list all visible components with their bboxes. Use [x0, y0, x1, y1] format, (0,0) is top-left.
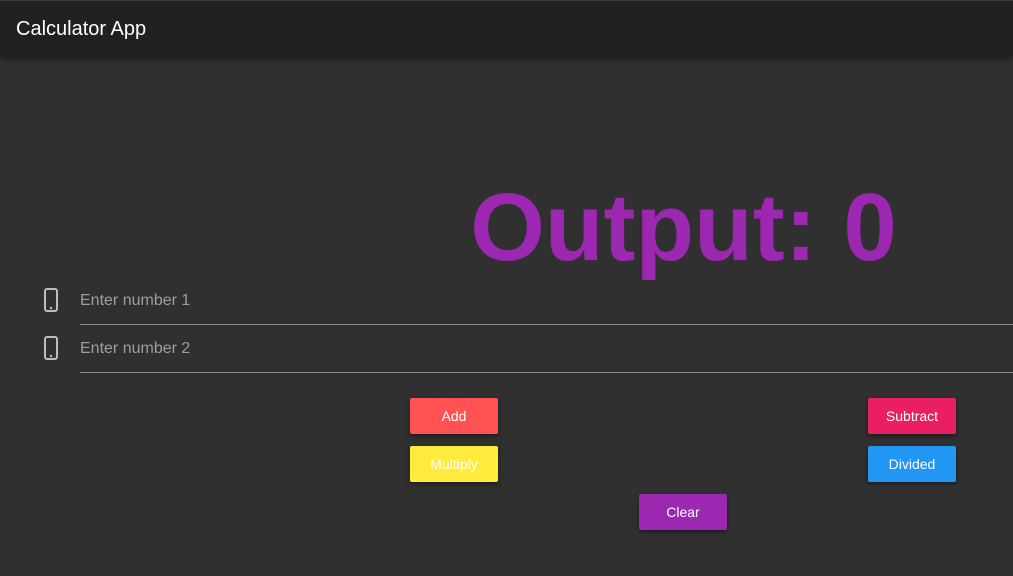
output-display: Output: 0	[470, 174, 897, 281]
number-1-input[interactable]	[80, 278, 1013, 325]
add-button[interactable]: Add	[410, 398, 498, 434]
divide-button[interactable]: Divided	[868, 446, 956, 482]
subtract-button[interactable]: Subtract	[868, 398, 956, 434]
number-1-row	[0, 278, 1013, 326]
phone-icon	[42, 288, 60, 312]
number-2-row	[0, 326, 1013, 374]
clear-button[interactable]: Clear	[639, 494, 727, 530]
number-2-input[interactable]	[80, 326, 1013, 373]
app-bar: Calculator App	[0, 0, 1013, 56]
phone-icon	[42, 336, 60, 360]
multiply-button[interactable]: Multiply	[410, 446, 498, 482]
app-title: Calculator App	[16, 18, 147, 40]
